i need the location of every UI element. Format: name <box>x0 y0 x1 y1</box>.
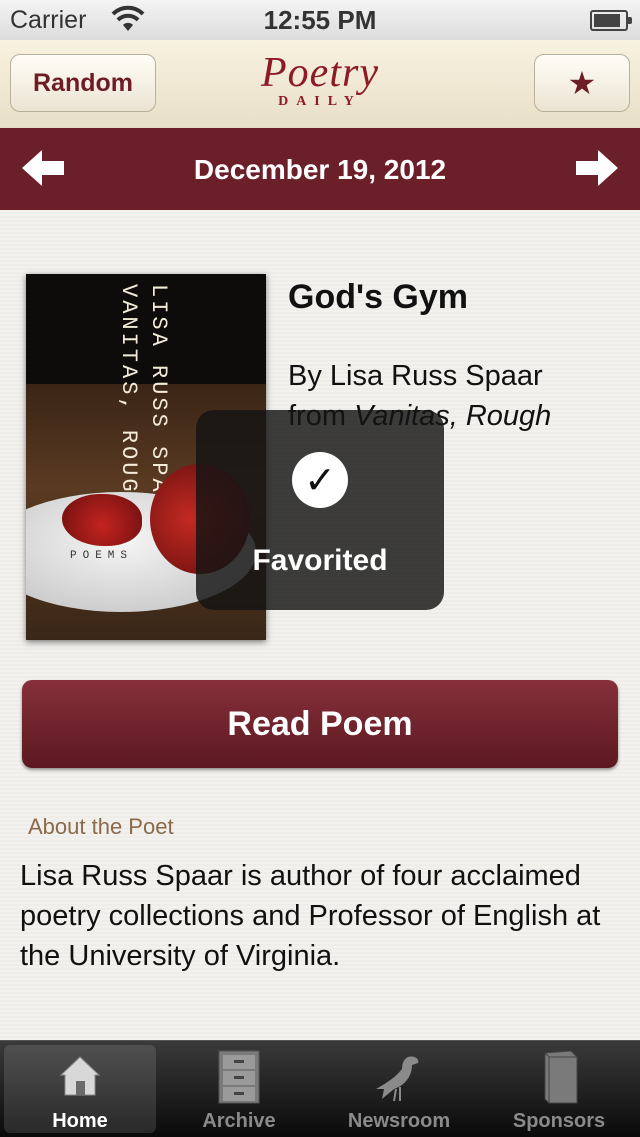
favorited-toast: ✓ Favorited <box>196 410 444 610</box>
book-icon <box>544 1050 578 1104</box>
clock: 12:55 PM <box>263 5 377 35</box>
tab-sponsors[interactable]: Sponsors <box>484 1041 634 1137</box>
tab-sponsors-label: Sponsors <box>512 1110 606 1132</box>
tab-bar: Home Archive Newsroom Sponsors <box>0 1040 640 1137</box>
read-poem-button[interactable]: Read Poem <box>22 680 618 768</box>
logo-wordmark: Poetry <box>261 50 379 96</box>
favorite-button[interactable]: ★ <box>534 54 630 112</box>
star-icon: ★ <box>567 65 597 101</box>
filing-cabinet-icon <box>218 1050 260 1104</box>
navigation-bar: Random Poetry DAILY ★ <box>0 40 640 129</box>
tab-home-label: Home <box>52 1110 108 1132</box>
toast-label: Favorited <box>252 544 388 577</box>
poem-title: God's Gym <box>288 278 469 316</box>
tab-home[interactable]: Home <box>4 1045 156 1133</box>
poem-detail: VANITAS, ROUGH LISA RUSS SPAAR POEMS God… <box>0 210 640 1040</box>
arrow-right-icon[interactable] <box>574 148 620 188</box>
home-icon <box>59 1056 101 1096</box>
cover-title: VANITAS, ROUGH <box>116 284 141 511</box>
random-button[interactable]: Random <box>10 54 156 112</box>
about-text: Lisa Russ Spaar is author of four acclai… <box>20 860 601 972</box>
tab-newsroom-label: Newsroom <box>347 1110 451 1132</box>
about-heading: About the Poet <box>28 814 174 839</box>
date-label: December 19, 2012 <box>193 154 447 185</box>
date-bar: December 19, 2012 <box>0 128 640 210</box>
bird-icon <box>376 1056 419 1102</box>
battery-icon <box>590 10 632 31</box>
tab-archive-label: Archive <box>202 1110 276 1132</box>
tab-newsroom[interactable]: Newsroom <box>324 1041 474 1137</box>
status-bar: Carrier 12:55 PM <box>0 0 640 40</box>
checkmark-icon: ✓ <box>292 452 348 508</box>
cover-subtitle: POEMS <box>70 550 134 562</box>
tab-archive[interactable]: Archive <box>164 1041 314 1137</box>
poem-author: By Lisa Russ Spaar <box>288 360 543 392</box>
poetry-daily-logo: Poetry DAILY <box>260 48 380 122</box>
